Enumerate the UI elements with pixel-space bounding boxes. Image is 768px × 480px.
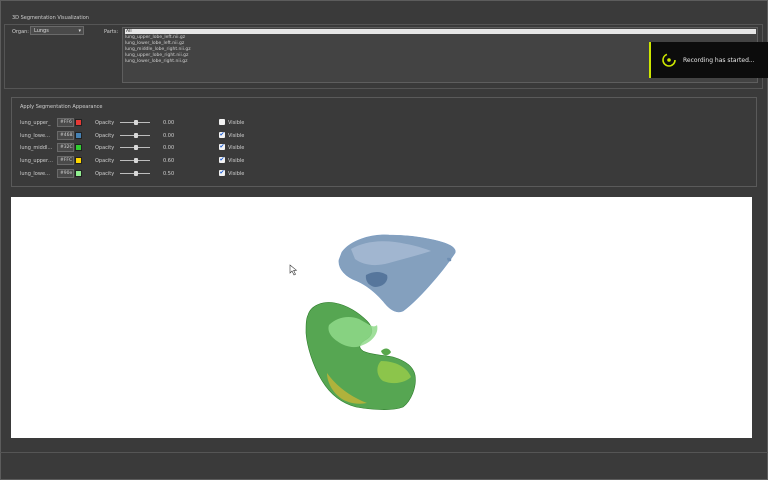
lower-lobe-stub <box>381 348 391 356</box>
color-swatch-button[interactable] <box>75 119 82 126</box>
color-swatch-button[interactable] <box>75 170 82 177</box>
opacity-value: 0.00 <box>163 133 175 139</box>
lung-segmentation-render <box>289 234 456 410</box>
organ-label: Organ: <box>12 29 29 35</box>
slider-knob[interactable] <box>134 145 139 150</box>
color-hex-input[interactable]: #FF6 <box>57 118 74 127</box>
opacity-slider[interactable] <box>120 120 150 125</box>
segment-row: lung_middl… #32C Opacity 0.00 ✔ Visible <box>20 143 250 154</box>
opacity-slider[interactable] <box>120 158 150 163</box>
slider-knob[interactable] <box>134 133 139 138</box>
visible-checkbox[interactable]: ✔ <box>219 144 225 150</box>
lower-lobe-mesh <box>305 302 416 410</box>
organ-select[interactable]: Lungs ▾ <box>30 26 84 35</box>
visible-label: Visible <box>228 171 245 177</box>
parts-item[interactable]: lung_middle_lobe_right.nii.gz <box>125 47 191 52</box>
color-swatch-button[interactable] <box>75 157 82 164</box>
toast-accent-bar <box>649 42 651 78</box>
opacity-label: Opacity <box>95 120 115 126</box>
opacity-value: 0.00 <box>163 145 175 151</box>
parts-item[interactable]: lung_upper_lobe_right.nii.gz <box>125 53 188 58</box>
color-hex-input[interactable]: #90e <box>57 169 74 178</box>
segment-name: lung_middl… <box>20 145 53 151</box>
visible-label: Visible <box>228 133 245 139</box>
opacity-label: Opacity <box>95 145 115 151</box>
opacity-value: 0.50 <box>163 171 175 177</box>
color-hex-input[interactable]: #32C <box>57 143 74 152</box>
record-indicator-icon <box>662 53 676 67</box>
visible-checkbox[interactable]: ✔ <box>219 132 225 138</box>
visible-checkbox[interactable] <box>219 119 225 125</box>
color-swatch-button[interactable] <box>75 132 82 139</box>
visible-checkbox[interactable]: ✔ <box>219 157 225 163</box>
organ-select-value: Lungs <box>34 28 49 34</box>
parts-item[interactable]: lung_lower_lobe_right.nii.gz <box>125 59 188 64</box>
slider-knob[interactable] <box>134 158 139 163</box>
segment-name: lung_upper_ <box>20 120 51 126</box>
opacity-value: 0.60 <box>163 158 175 164</box>
color-hex-input[interactable]: #FFC <box>57 156 74 165</box>
parts-label: Parts: <box>104 29 119 35</box>
color-swatch-button[interactable] <box>75 144 82 151</box>
toast-message: Recording has started... <box>683 57 755 64</box>
slider-knob[interactable] <box>134 120 139 125</box>
parts-item[interactable]: All <box>125 29 756 34</box>
opacity-label: Opacity <box>95 171 115 177</box>
opacity-slider[interactable] <box>120 133 150 138</box>
recording-toast: Recording has started... <box>649 42 768 78</box>
opacity-slider[interactable] <box>120 145 150 150</box>
parts-item[interactable]: lung_lower_lobe_left.nii.gz <box>125 41 184 46</box>
visible-label: Visible <box>228 145 245 151</box>
app-title: 3D Segmentation Visualization <box>12 15 89 21</box>
chevron-down-icon: ▾ <box>78 28 81 34</box>
opacity-label: Opacity <box>95 158 115 164</box>
segment-row: lung_upper… #FFC Opacity 0.60 ✔ Visible <box>20 156 250 167</box>
segment-row: lung_lowe… #4682 Opacity 0.00 ✔ Visible <box>20 131 250 142</box>
parts-item[interactable]: lung_upper_lobe_left.nii.gz <box>125 35 185 40</box>
status-strip <box>0 452 768 453</box>
3d-viewport[interactable] <box>11 197 752 438</box>
visible-label: Visible <box>228 158 245 164</box>
visible-label: Visible <box>228 120 245 126</box>
opacity-slider[interactable] <box>120 171 150 176</box>
segment-row: lung_upper_ #FF6 Opacity 0.00 Visible <box>20 118 250 129</box>
segmentation-appearance-title: Apply Segmentation Appearance <box>20 104 103 110</box>
slider-knob[interactable] <box>134 171 139 176</box>
segment-row: lung_lowe… #90e Opacity 0.50 ✔ Visible <box>20 169 250 180</box>
mouse-cursor-icon <box>289 264 298 276</box>
segment-name: lung_lowe… <box>20 171 51 177</box>
opacity-value: 0.00 <box>163 120 175 126</box>
segment-name: lung_lowe… <box>20 133 51 139</box>
segment-name: lung_upper… <box>20 158 54 164</box>
opacity-label: Opacity <box>95 133 115 139</box>
visible-checkbox[interactable]: ✔ <box>219 170 225 176</box>
color-hex-input[interactable]: #4682 <box>57 131 74 140</box>
